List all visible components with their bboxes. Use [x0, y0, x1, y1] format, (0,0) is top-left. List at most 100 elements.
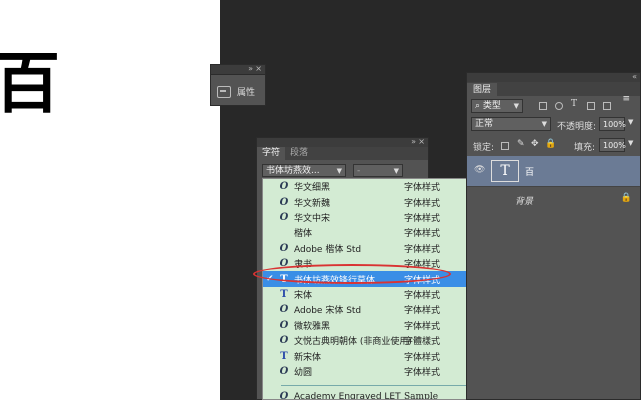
- document-text-glyph: 百: [0, 44, 60, 122]
- filter-smart-object-icon[interactable]: [603, 102, 611, 110]
- font-list-item[interactable]: O 幼圆 字体样式: [263, 364, 490, 379]
- font-sample: 字体样式: [404, 229, 441, 240]
- font-style-select[interactable]: - ▼: [353, 164, 403, 177]
- font-list-item[interactable]: O 华文新魏 字体样式: [263, 194, 490, 209]
- opentype-font-icon: O: [279, 211, 289, 223]
- opentype-font-icon: O: [279, 319, 289, 331]
- properties-label: 属性: [237, 88, 256, 98]
- blend-mode-select[interactable]: 正常 ▼: [471, 117, 551, 131]
- truetype-font-icon: T: [280, 350, 288, 362]
- font-name: 新宋体: [294, 352, 322, 363]
- eye-icon[interactable]: 👁: [474, 165, 485, 175]
- lock-all-icon[interactable]: 🔒: [545, 139, 556, 149]
- layer-row-background[interactable]: 背景 🔒: [467, 186, 640, 213]
- layer-row-text[interactable]: 👁 T 百: [467, 156, 640, 186]
- opentype-font-icon: O: [279, 335, 289, 347]
- properties-icon: [217, 85, 231, 98]
- chevron-down-icon: ▼: [513, 102, 519, 110]
- opentype-font-icon: O: [279, 242, 289, 254]
- font-list-item[interactable]: O Adobe 楷体 Std 字体样式: [263, 241, 490, 256]
- font-name: 华文细黑: [294, 183, 331, 194]
- truetype-font-icon: T: [280, 288, 288, 300]
- font-sample: 字体样式: [404, 290, 441, 301]
- opacity-stepper-icon[interactable]: ▼: [628, 118, 633, 126]
- blend-mode-value: 正常: [475, 119, 494, 129]
- opacity-input[interactable]: 100%: [599, 117, 626, 131]
- properties-panel: » × 属性: [210, 64, 266, 106]
- font-list-item[interactable]: O 微软雅黑 字体样式: [263, 318, 490, 333]
- lock-label: 锁定:: [473, 143, 495, 153]
- font-name: 微软雅黑: [294, 321, 331, 332]
- layer-filter-select[interactable]: ⌕ 类型 ▼: [471, 99, 523, 113]
- opentype-font-icon: O: [279, 304, 289, 316]
- tab-character[interactable]: 字符: [257, 147, 286, 160]
- font-sample: 字体样式: [404, 367, 441, 378]
- font-list-item[interactable]: T 宋体 字体样式: [263, 287, 490, 302]
- font-name: 宋体: [294, 290, 313, 301]
- filter-type-icon[interactable]: T: [571, 99, 577, 109]
- font-family-select[interactable]: 书体坊燕效... ▼: [262, 164, 346, 177]
- tab-layers[interactable]: 图层: [467, 83, 498, 97]
- chevron-down-icon: ▼: [541, 120, 547, 128]
- font-name: Adobe 楷体 Std: [294, 244, 362, 255]
- lock-icon: 🔒: [620, 193, 632, 203]
- layer-name[interactable]: 背景: [515, 194, 533, 207]
- text-layer-thumbnail-icon: T: [491, 160, 519, 182]
- font-sample: 字体样式: [404, 352, 441, 363]
- font-sample: 字体样式: [404, 198, 441, 209]
- lock-position-icon[interactable]: ✥: [531, 139, 539, 149]
- layer-filter-value: 类型: [482, 101, 501, 111]
- opacity-label: 不透明度:: [557, 122, 597, 132]
- font-family-value: 书体坊燕效...: [266, 166, 320, 176]
- font-sample: 字体样式: [404, 213, 441, 224]
- annotation-ellipse: [253, 264, 451, 284]
- font-name: 楷体: [294, 229, 313, 240]
- font-name: Adobe 宋体 Std: [294, 306, 362, 317]
- lock-transparent-icon[interactable]: [501, 142, 509, 150]
- font-list-item[interactable]: O Academy Engraved LET Sample: [263, 389, 490, 400]
- fill-input[interactable]: 100%: [599, 138, 626, 152]
- font-sample: 字体样式: [404, 183, 441, 194]
- opentype-font-icon: O: [279, 365, 289, 377]
- font-name: 幼圆: [294, 367, 313, 378]
- font-sample: 字体样式: [404, 244, 441, 255]
- fill-stepper-icon[interactable]: ▼: [628, 139, 633, 147]
- opentype-font-icon: O: [279, 196, 289, 208]
- font-list-item[interactable]: O Adobe 宋体 Std 字体样式: [263, 302, 490, 317]
- font-name: 华文中宋: [294, 213, 331, 224]
- chevron-down-icon: ▼: [393, 167, 399, 175]
- font-name: Academy Engraved LET: [294, 391, 401, 400]
- filter-shape-icon[interactable]: [587, 102, 595, 110]
- collapse-icon[interactable]: «: [632, 72, 637, 81]
- font-list-item[interactable]: O 华文中宋 字体样式: [263, 210, 490, 225]
- lock-image-icon[interactable]: ✎: [517, 139, 525, 149]
- tab-paragraph[interactable]: 段落: [285, 147, 313, 160]
- properties-button[interactable]: 属性: [217, 85, 255, 98]
- layers-tab-bar: 图层 ≡: [467, 82, 640, 104]
- close-icon[interactable]: ×: [418, 137, 425, 146]
- opentype-font-icon: O: [279, 181, 289, 193]
- properties-panel-bar[interactable]: » ×: [211, 64, 265, 75]
- filter-adjustment-icon[interactable]: [555, 102, 563, 110]
- list-separator: [281, 385, 486, 387]
- font-style-value: -: [357, 166, 361, 176]
- layer-name[interactable]: 百: [525, 165, 534, 178]
- collapse-icon[interactable]: »: [411, 137, 416, 146]
- close-icon[interactable]: ×: [255, 64, 262, 73]
- font-list-item[interactable]: T 新宋体 字体样式: [263, 348, 490, 363]
- font-list-item[interactable]: O 文悦古典明朝体 (非商业使用) 字體樣式: [263, 333, 490, 348]
- search-icon: ⌕: [475, 101, 483, 111]
- fill-label: 填充:: [574, 143, 596, 153]
- font-name: 华文新魏: [294, 198, 331, 209]
- font-sample: 字體樣式: [404, 337, 441, 348]
- font-list-item[interactable]: 楷体 字体样式: [263, 225, 490, 240]
- opentype-font-icon: O: [279, 391, 289, 400]
- font-list-item[interactable]: O 华文细黑 字体样式: [263, 179, 490, 194]
- font-sample: 字体样式: [404, 306, 441, 317]
- font-name: 文悦古典明朝体 (非商业使用): [294, 337, 412, 348]
- collapse-icon[interactable]: »: [248, 64, 253, 73]
- filter-pixel-icon[interactable]: [539, 102, 547, 110]
- character-panel-tabs: 字符 段落: [257, 147, 428, 160]
- layers-panel: « 图层 ≡ ⌕ 类型 ▼ T 正常 ▼ 不透明度: 100% ▼ 锁定: ✎ …: [466, 72, 641, 400]
- panel-menu-icon[interactable]: ≡: [616, 92, 636, 106]
